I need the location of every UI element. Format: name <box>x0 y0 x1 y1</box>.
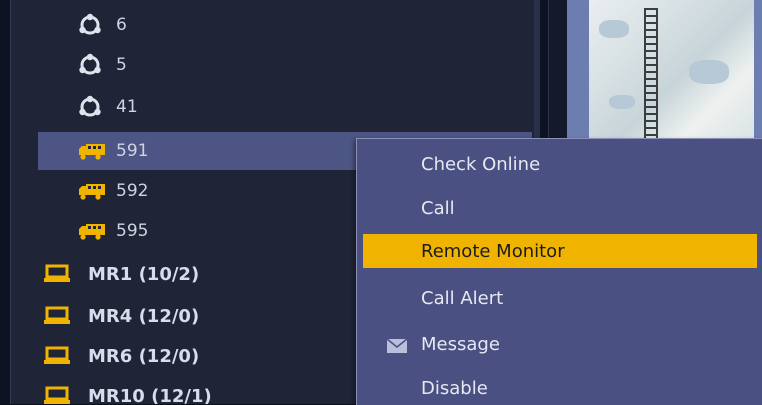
row-label: 5 <box>116 55 127 75</box>
tree-row-contact[interactable]: 5 <box>38 46 532 84</box>
map-tile <box>589 0 754 142</box>
tree-row-contact[interactable]: 6 <box>38 6 532 44</box>
map-water <box>609 95 635 109</box>
menu-item-label: Remote Monitor <box>421 240 565 262</box>
radio-device-icon <box>44 264 70 284</box>
menu-item-remote-monitor[interactable]: Remote Monitor <box>363 234 757 268</box>
tree-group[interactable]: MR1 (10/2) <box>36 256 356 292</box>
group-label: MR4 (12/0) <box>88 305 200 327</box>
menu-item-label: Disable <box>421 377 488 399</box>
row-label: 6 <box>116 15 127 35</box>
group-label: MR10 (12/1) <box>88 385 212 405</box>
users-circle-icon <box>78 95 110 119</box>
users-circle-icon <box>78 13 110 37</box>
map-water <box>599 20 629 38</box>
truck-icon <box>78 179 110 203</box>
menu-item-label: Check Online <box>421 153 541 175</box>
map-track-line <box>644 8 658 143</box>
context-menu: Check Online Call Remote Monitor Call Al… <box>356 138 762 405</box>
menu-item-call-alert[interactable]: Call Alert <box>363 281 757 315</box>
truck-icon <box>78 219 110 243</box>
radio-device-icon <box>44 386 70 404</box>
menu-item-message[interactable]: Message <box>363 327 757 361</box>
menu-item-label: Call Alert <box>421 287 504 309</box>
row-label: 592 <box>116 181 149 201</box>
map-water <box>689 60 729 84</box>
users-circle-icon <box>78 53 110 77</box>
radio-device-icon <box>44 306 70 326</box>
menu-item-label: Message <box>421 333 500 355</box>
tree-group[interactable]: MR10 (12/1) <box>36 378 356 404</box>
tree-row-contact[interactable]: 41 <box>38 88 532 126</box>
row-label: 595 <box>116 221 149 241</box>
row-label: 41 <box>116 97 138 117</box>
tree-group[interactable]: MR6 (12/0) <box>36 338 356 374</box>
menu-item-call[interactable]: Call <box>363 191 757 225</box>
group-label: MR1 (10/2) <box>88 263 200 285</box>
tree-group[interactable]: MR4 (12/0) <box>36 298 356 334</box>
radio-device-icon <box>44 346 70 366</box>
row-label: 591 <box>116 141 149 161</box>
envelope-icon <box>386 337 408 353</box>
truck-icon <box>78 139 110 163</box>
menu-item-disable[interactable]: Disable <box>363 371 757 405</box>
menu-item-label: Call <box>421 197 455 219</box>
group-label: MR6 (12/0) <box>88 345 200 367</box>
menu-item-check-online[interactable]: Check Online <box>363 147 757 181</box>
